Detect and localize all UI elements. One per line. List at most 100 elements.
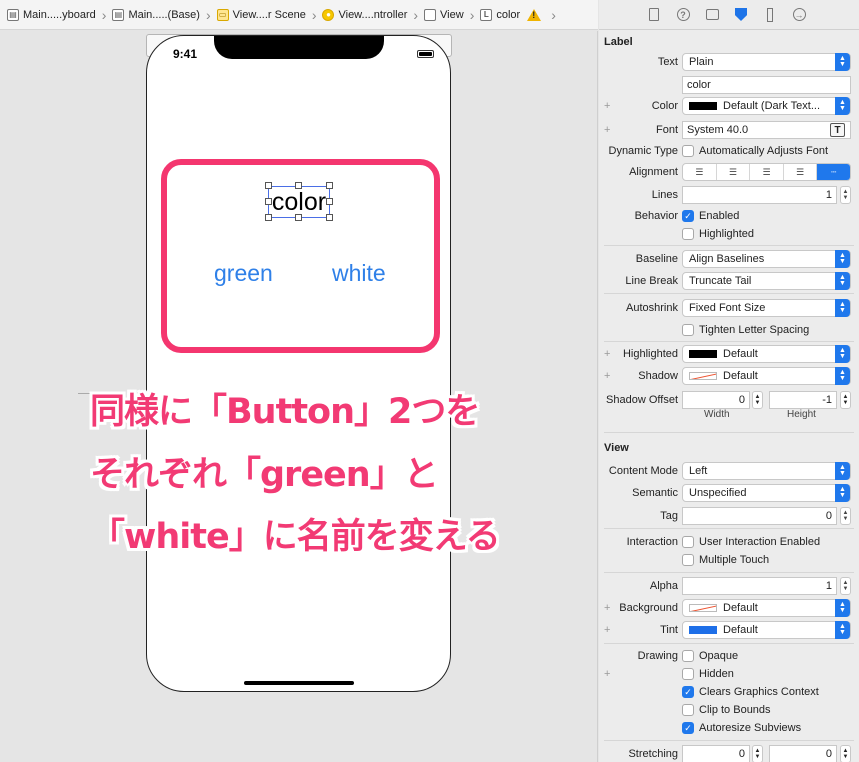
user-interaction-checkbox[interactable]: User Interaction Enabled bbox=[682, 536, 820, 548]
background-row: + Background Default ▲ ▼ bbox=[599, 598, 859, 618]
stretching-x-field[interactable]: 0 bbox=[682, 745, 750, 762]
status-time: 9:41 bbox=[173, 47, 198, 61]
highlighted-checkbox[interactable]: Highlighted bbox=[682, 228, 754, 240]
attributes-inspector-icon[interactable] bbox=[733, 7, 749, 23]
shadow-height-stepper[interactable]: ▲ ▼ bbox=[840, 391, 851, 409]
plus-icon[interactable]: + bbox=[604, 370, 610, 382]
breadcrumb-item-storyboard[interactable]: ▤ Main.....yboard › bbox=[4, 7, 109, 23]
alpha-stepper[interactable]: ▲ ▼ bbox=[840, 577, 851, 595]
shadow-color-popup[interactable]: Default ▲ ▼ bbox=[682, 367, 851, 385]
tighten-letter-spacing-checkbox[interactable]: Tighten Letter Spacing bbox=[682, 324, 809, 336]
resize-handle[interactable] bbox=[265, 198, 272, 205]
semantic-popup[interactable]: Unspecified ▲ ▼ bbox=[682, 484, 851, 502]
resize-handle[interactable] bbox=[265, 214, 272, 221]
enabled-checkbox[interactable]: ✓ Enabled bbox=[682, 210, 739, 222]
align-center-icon[interactable]: ☰ bbox=[717, 164, 751, 180]
breadcrumb-item-scene[interactable]: ▭ View....r Scene › bbox=[214, 7, 320, 23]
shadow-width-stepper[interactable]: ▲ ▼ bbox=[752, 391, 763, 409]
color-swatch bbox=[689, 350, 717, 358]
section-title-view: View bbox=[604, 442, 629, 454]
stretching-y-stepper[interactable]: ▲ ▼ bbox=[840, 745, 851, 762]
text-type-popup[interactable]: Plain ▲ ▼ bbox=[682, 53, 851, 71]
linebreak-popup[interactable]: Truncate Tail ▲ ▼ bbox=[682, 272, 851, 290]
chevron-updown-icon: ▲ ▼ bbox=[835, 53, 850, 71]
plus-icon[interactable]: + bbox=[604, 100, 610, 112]
plus-icon[interactable]: + bbox=[604, 668, 610, 680]
connections-inspector-icon[interactable]: → bbox=[791, 7, 807, 23]
plus-icon[interactable]: + bbox=[604, 124, 610, 136]
content-mode-popup[interactable]: Left ▲ ▼ bbox=[682, 462, 851, 480]
text-content-field[interactable]: color bbox=[682, 76, 851, 94]
device-frame[interactable]: 9:41 bbox=[146, 35, 451, 692]
chevron-updown-icon: ▲ ▼ bbox=[835, 345, 850, 363]
resize-handle[interactable] bbox=[326, 182, 333, 189]
tag-field[interactable]: 0 bbox=[682, 507, 837, 525]
view-controller-icon: ● bbox=[322, 8, 335, 21]
plus-icon[interactable]: + bbox=[604, 348, 610, 360]
font-field[interactable]: System 40.0 T bbox=[682, 121, 851, 139]
divider bbox=[604, 341, 854, 342]
baseline-popup[interactable]: Align Baselines ▲ ▼ bbox=[682, 250, 851, 268]
highlighted-color-popup[interactable]: Default ▲ ▼ bbox=[682, 345, 851, 363]
annotation-text-line-2: それぞれ「green」と bbox=[90, 455, 439, 495]
green-button[interactable]: green bbox=[214, 260, 273, 287]
text-content-row: color bbox=[599, 75, 859, 95]
lines-field[interactable]: 1 bbox=[682, 186, 837, 204]
size-inspector-icon[interactable] bbox=[762, 7, 778, 23]
align-right-icon[interactable]: ☰ bbox=[750, 164, 784, 180]
resize-handle[interactable] bbox=[265, 182, 272, 189]
resize-handle[interactable] bbox=[326, 214, 333, 221]
breadcrumb-item-view[interactable]: View › bbox=[421, 7, 477, 23]
hidden-row: + Hidden bbox=[599, 664, 859, 684]
background-color-popup[interactable]: Default ▲ ▼ bbox=[682, 599, 851, 617]
file-inspector-icon[interactable] bbox=[646, 7, 662, 23]
resize-handle[interactable] bbox=[326, 198, 333, 205]
stretching-y-field[interactable]: 0 bbox=[769, 745, 837, 762]
chevron-updown-icon: ▲ ▼ bbox=[835, 367, 850, 385]
resize-handle[interactable] bbox=[295, 214, 302, 221]
identity-inspector-icon[interactable] bbox=[704, 7, 720, 23]
highlighted-color-row: + Highlighted Default ▲ ▼ bbox=[599, 344, 859, 364]
storyboard-icon: ▤ bbox=[7, 8, 19, 21]
align-natural-icon[interactable]: ┄ bbox=[817, 164, 850, 180]
dynamic-type-row: Dynamic Type Automatically Adjusts Font bbox=[608, 145, 829, 157]
align-left-icon[interactable]: ☰ bbox=[683, 164, 717, 180]
clip-to-bounds-checkbox[interactable]: Clip to Bounds bbox=[682, 704, 771, 716]
align-justify-icon[interactable]: ☰ bbox=[784, 164, 818, 180]
clears-graphics-context-checkbox[interactable]: ✓ Clears Graphics Context bbox=[682, 686, 819, 698]
breadcrumb: ▤ Main.....yboard › ▤ Main.....(Base) › … bbox=[0, 0, 598, 30]
chevron-updown-icon: ▲ ▼ bbox=[835, 599, 850, 617]
hidden-checkbox[interactable]: Hidden bbox=[682, 668, 734, 680]
alignment-segmented-control[interactable]: ☰ ☰ ☰ ☰ ┄ bbox=[682, 163, 851, 181]
highlighted-checkbox-row: Highlighted bbox=[599, 224, 859, 244]
opaque-checkbox[interactable]: Opaque bbox=[682, 650, 738, 662]
color-popup[interactable]: Default (Dark Text... ▲ ▼ bbox=[682, 97, 851, 115]
white-button[interactable]: white bbox=[332, 260, 386, 287]
breadcrumb-item-view-controller[interactable]: ● View....ntroller › bbox=[319, 7, 421, 23]
tint-color-popup[interactable]: Default ▲ ▼ bbox=[682, 621, 851, 639]
plus-icon[interactable]: + bbox=[604, 624, 610, 636]
chevron-updown-icon: ▲ ▼ bbox=[835, 299, 850, 317]
alpha-field[interactable]: 1 bbox=[682, 577, 837, 595]
warning-icon[interactable] bbox=[527, 8, 542, 21]
autoresize-subviews-checkbox[interactable]: ✓ Autoresize Subviews bbox=[682, 722, 801, 734]
plus-icon[interactable]: + bbox=[604, 602, 610, 614]
lines-stepper[interactable]: ▲ ▼ bbox=[840, 186, 851, 204]
help-inspector-icon[interactable]: ? bbox=[675, 7, 691, 23]
tag-stepper[interactable]: ▲ ▼ bbox=[840, 507, 851, 525]
stretching-x-stepper[interactable]: ▲ ▼ bbox=[752, 745, 763, 762]
shadow-offset-height-field[interactable]: -1 bbox=[769, 391, 837, 409]
multiple-touch-row: Multiple Touch bbox=[599, 550, 859, 570]
auto-adjust-font-checkbox[interactable]: Automatically Adjusts Font bbox=[682, 145, 828, 157]
shadow-offset-width-field[interactable]: 0 bbox=[682, 391, 750, 409]
autoshrink-popup[interactable]: Fixed Font Size ▲ ▼ bbox=[682, 299, 851, 317]
behavior-row: Behavior ✓ Enabled bbox=[634, 210, 740, 222]
chevron-updown-icon: ▲ ▼ bbox=[835, 484, 850, 502]
drawing-row: Drawing Opaque bbox=[637, 650, 739, 662]
multiple-touch-checkbox[interactable]: Multiple Touch bbox=[682, 554, 769, 566]
resize-handle[interactable] bbox=[295, 182, 302, 189]
font-picker-icon[interactable]: T bbox=[830, 123, 845, 137]
breadcrumb-item-label[interactable]: L color bbox=[477, 8, 523, 21]
breadcrumb-item-base[interactable]: ▤ Main.....(Base) › bbox=[109, 7, 213, 23]
inspector-tabs: ? → bbox=[599, 0, 859, 30]
